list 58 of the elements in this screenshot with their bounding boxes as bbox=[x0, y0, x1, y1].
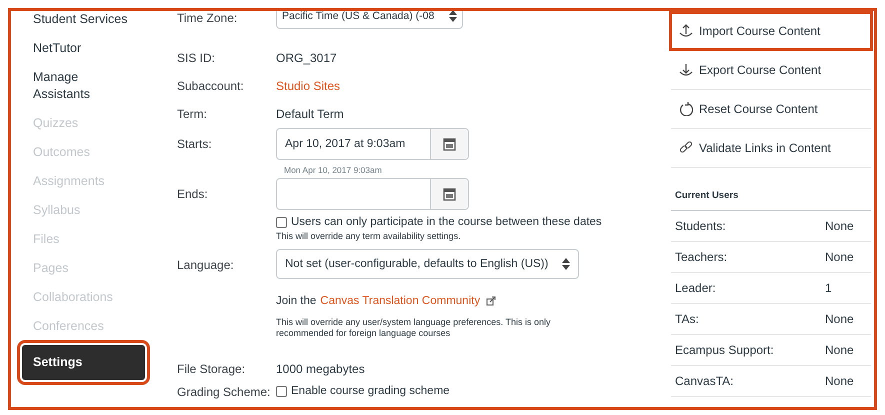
nav-link[interactable]: NetTutor bbox=[22, 34, 133, 63]
user-count: None bbox=[825, 343, 855, 357]
download-icon bbox=[679, 63, 693, 77]
calendar-button[interactable] bbox=[430, 129, 468, 159]
external-link-icon bbox=[486, 296, 496, 306]
field-label: Term: bbox=[177, 107, 207, 121]
checkbox-label: Users can only participate in the course between these dates bbox=[291, 216, 602, 228]
field-value: Default Term bbox=[276, 107, 344, 121]
help-text: This will override any user/system language preferences. This is only recommended for foreign language courses bbox=[276, 316, 552, 339]
section-heading: Current Users bbox=[671, 168, 871, 211]
subaccount-link[interactable]: Studio Sites bbox=[276, 79, 340, 93]
user-count: None bbox=[825, 250, 855, 264]
action-link[interactable]: Validate Links in Content bbox=[671, 129, 871, 168]
link-icon bbox=[679, 141, 693, 155]
role-label: Ecampus Support: bbox=[675, 343, 774, 357]
calendar-button[interactable] bbox=[430, 179, 468, 209]
role-label: TAs: bbox=[675, 312, 699, 326]
field-label: File Storage: bbox=[177, 362, 246, 376]
field-label: Subaccount: bbox=[177, 79, 244, 93]
checkbox[interactable] bbox=[276, 386, 287, 396]
user-count: None bbox=[825, 312, 855, 326]
reset-icon bbox=[679, 102, 693, 116]
role-label: Teachers: bbox=[675, 250, 728, 264]
user-count: 1 bbox=[825, 281, 833, 295]
action-link[interactable]: Reset Course Content bbox=[671, 90, 871, 129]
help-text: This will override any term availability settings. bbox=[276, 230, 462, 243]
role-label: Leader: bbox=[675, 281, 716, 295]
calendar-icon bbox=[443, 187, 456, 201]
field-label: SIS ID: bbox=[177, 51, 216, 65]
user-count: None bbox=[825, 374, 855, 388]
field-label: Time Zone: bbox=[177, 11, 238, 25]
role-label: Students: bbox=[675, 219, 726, 233]
community-link[interactable]: Canvas Translation Community bbox=[320, 295, 480, 307]
action-link[interactable]: Export Course Content bbox=[671, 51, 871, 90]
field-label: Grading Scheme: bbox=[177, 385, 270, 399]
checkbox[interactable] bbox=[276, 216, 287, 228]
date-field[interactable] bbox=[276, 178, 469, 210]
select-field[interactable]: Pacific Time (US & Canada) (-08 bbox=[276, 11, 463, 29]
nav-link[interactable]: Student Services bbox=[22, 11, 133, 34]
select-arrows-icon bbox=[562, 258, 570, 270]
upload-icon bbox=[679, 24, 693, 38]
date-field[interactable]: Apr 10, 2017 at 9:03am bbox=[276, 128, 469, 160]
join-text: Join the bbox=[276, 295, 316, 307]
field-value: 1000 megabytes bbox=[276, 362, 365, 376]
select-field[interactable]: Not set (user-configurable, defaults to English (US)) bbox=[276, 249, 579, 279]
checkbox-label: Enable course grading scheme bbox=[291, 385, 450, 397]
nav-link[interactable]: Manage Assistants bbox=[22, 63, 113, 109]
calendar-icon bbox=[443, 137, 456, 151]
nav-link[interactable]: Settings bbox=[22, 345, 145, 380]
field-label: Language: bbox=[177, 258, 234, 272]
action-link[interactable]: Import Course Content bbox=[671, 13, 871, 49]
field-label: Ends: bbox=[177, 187, 208, 201]
date-hint: Mon Apr 10, 2017 9:03am bbox=[283, 164, 383, 177]
field-value: ORG_3017 bbox=[276, 51, 337, 65]
select-arrows-icon bbox=[449, 11, 457, 22]
field-label: Starts: bbox=[177, 137, 212, 151]
role-label: CanvasTA: bbox=[675, 374, 734, 388]
user-count: None bbox=[825, 219, 855, 233]
